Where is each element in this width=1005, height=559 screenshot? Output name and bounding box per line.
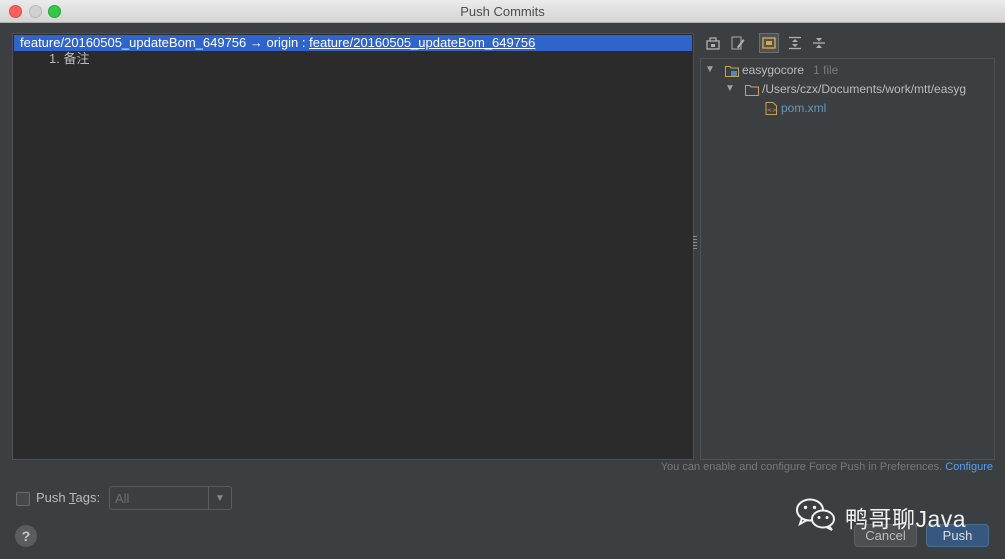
- file-name[interactable]: pom.xml: [781, 99, 826, 117]
- edit-icon[interactable]: [728, 33, 748, 53]
- expand-triangle-icon[interactable]: ▼: [725, 80, 735, 98]
- arrow-origin-label: → origin :: [246, 35, 310, 50]
- push-tags-label-prefix: Push: [36, 490, 70, 505]
- local-branch-label: feature/20160505_updateBom_649756: [20, 35, 247, 50]
- watermark-text: 鸭哥聊Java: [845, 505, 967, 532]
- watermark: 鸭哥聊Java: [795, 497, 966, 536]
- expand-triangle-icon[interactable]: ▼: [705, 61, 715, 79]
- folder-icon: [745, 83, 759, 101]
- window-title: Push Commits: [460, 4, 545, 19]
- push-tags-label-suffix: ags:: [75, 490, 101, 505]
- help-button[interactable]: ?: [15, 525, 37, 547]
- push-tags-select-value: All: [115, 491, 130, 506]
- force-push-hint-text: You can enable and configure Force Push …: [660, 461, 946, 473]
- configure-link[interactable]: Configure: [945, 461, 993, 473]
- xml-file-icon: <>: [765, 102, 777, 120]
- changes-tree-panel[interactable]: ▼ easygocore 1 file ▼ /Users/czx/Documen…: [700, 58, 995, 460]
- commits-panel[interactable]: feature/20160505_updateBom_649756 → orig…: [12, 33, 694, 460]
- module-name: easygocore: [742, 63, 805, 77]
- commit-message-item[interactable]: 1. 备注: [49, 51, 89, 67]
- directory-path: /Users/czx/Documents/work/mtt/easyg: [762, 82, 967, 96]
- svg-text:<>: <>: [767, 107, 777, 114]
- push-tags-checkbox[interactable]: [16, 492, 30, 506]
- remote-icon[interactable]: [703, 33, 723, 53]
- chevron-down-icon[interactable]: ▼: [208, 487, 231, 509]
- file-count: 1 file: [813, 63, 839, 77]
- panel-splitter-handle[interactable]: [693, 236, 697, 250]
- group-by-module-icon[interactable]: [759, 33, 779, 53]
- push-tags-select[interactable]: All ▼: [109, 486, 232, 510]
- force-push-hint: You can enable and configure Force Push …: [661, 461, 993, 473]
- title-bar: Push Commits: [0, 0, 1005, 23]
- push-tags-label[interactable]: Push Tags:: [36, 490, 100, 505]
- commit-branch-row[interactable]: feature/20160505_updateBom_649756 → orig…: [14, 35, 692, 51]
- expand-all-icon[interactable]: [785, 33, 805, 53]
- wechat-icon: [795, 497, 837, 536]
- remote-branch-link[interactable]: feature/20160505_updateBom_649756: [309, 35, 535, 50]
- collapse-all-icon[interactable]: [809, 33, 829, 53]
